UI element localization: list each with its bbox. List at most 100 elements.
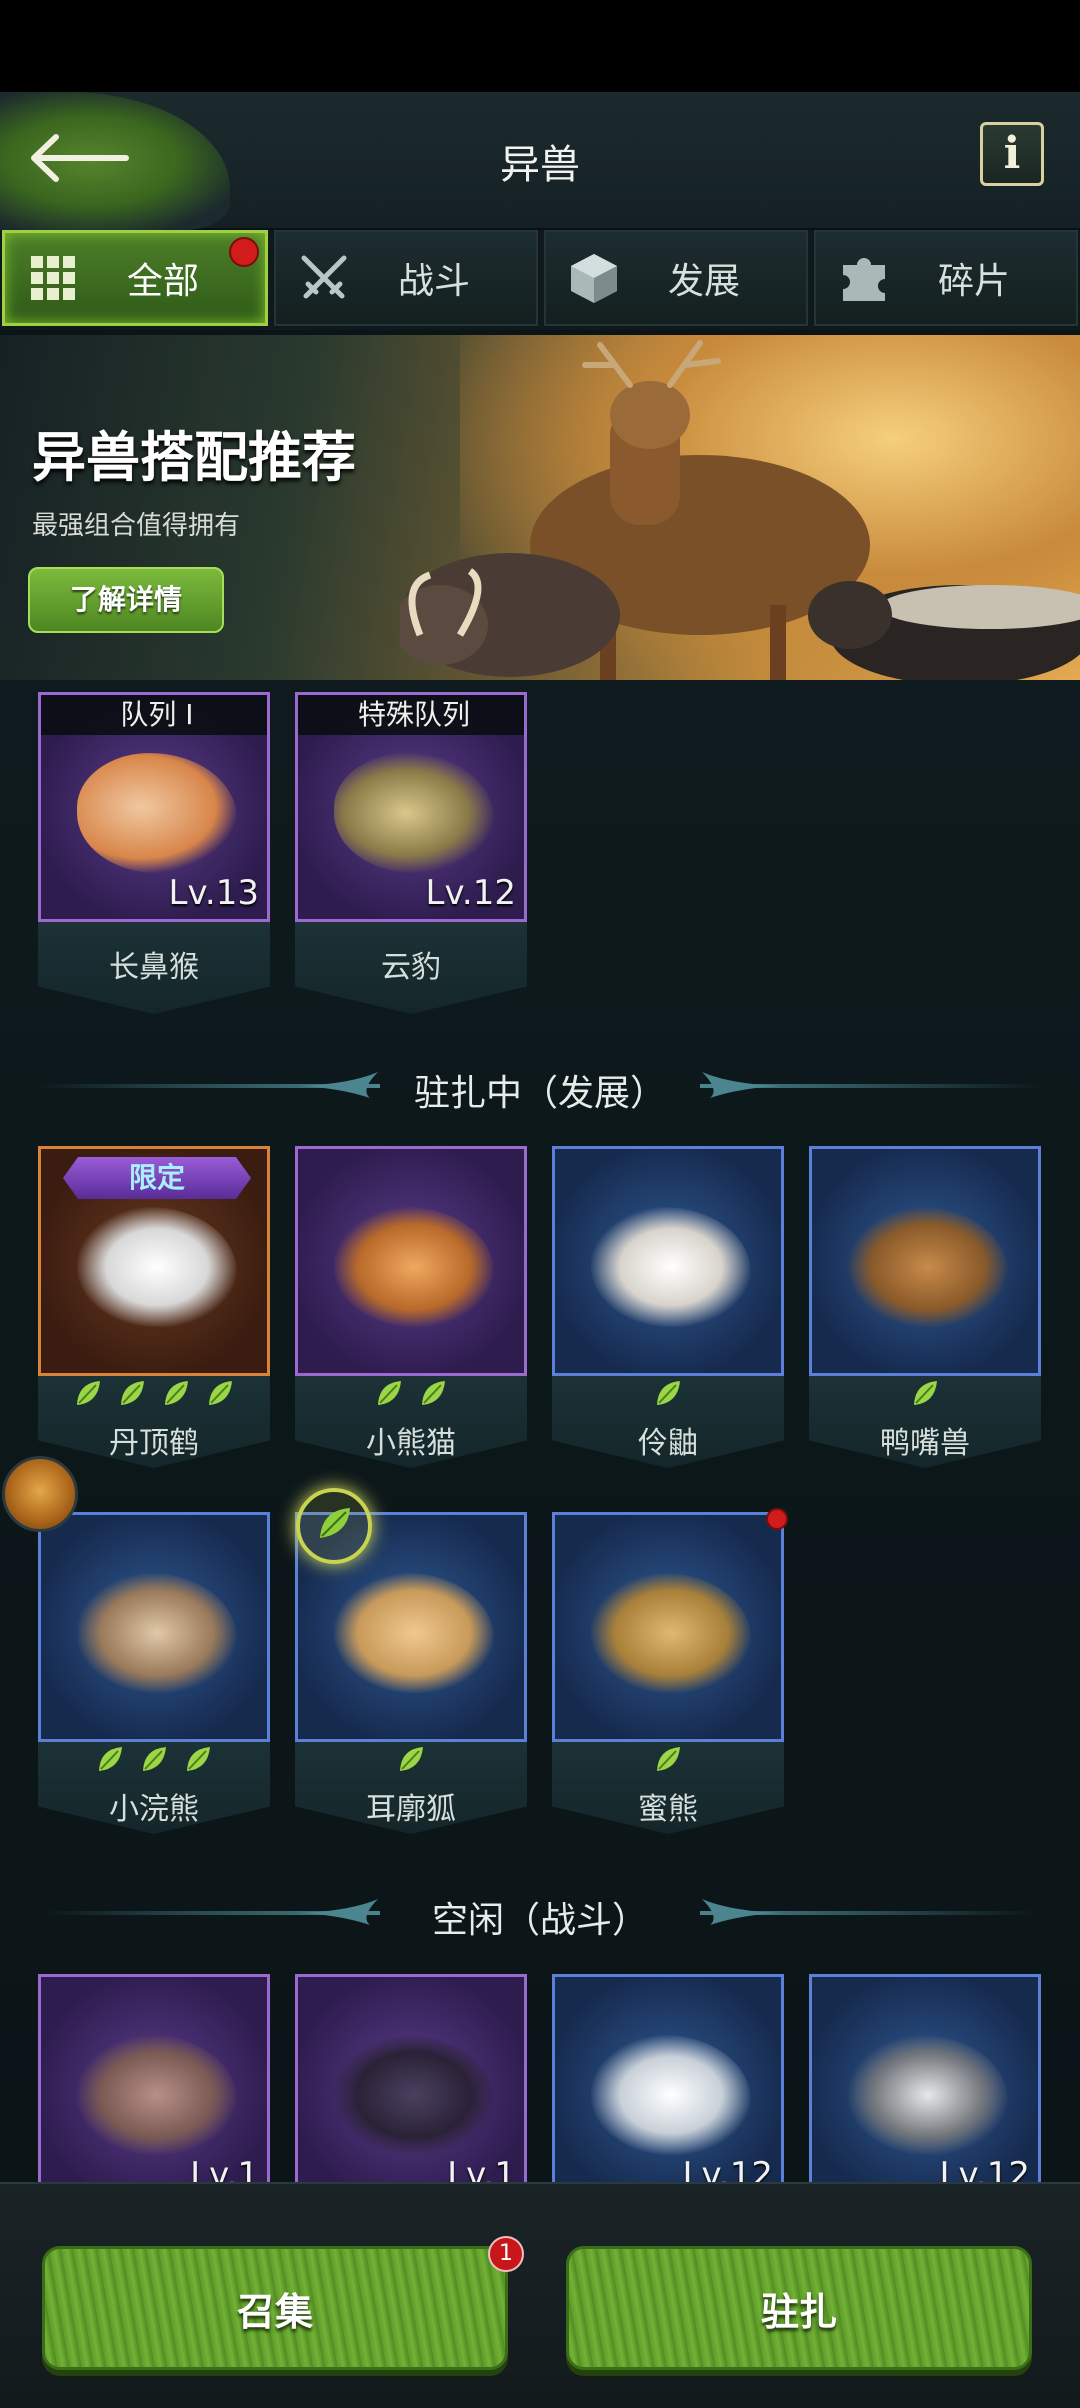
leaf-rating bbox=[38, 1744, 270, 1774]
antelope-image bbox=[334, 2035, 494, 2155]
banner-subtitle: 最强组合值得拥有 bbox=[32, 511, 241, 541]
leaf-rating bbox=[295, 1744, 527, 1774]
beast-card-clouded-leopard[interactable]: 特殊队列 Lv.12 云豹 bbox=[295, 692, 527, 1014]
proboscis-monkey-image bbox=[77, 753, 237, 873]
beast-portrait: Lv.12 bbox=[552, 1974, 784, 2182]
tab-development-label: 发展 bbox=[667, 261, 740, 302]
queue-label: 特殊队列 bbox=[298, 695, 524, 735]
beast-name: 云豹 bbox=[381, 950, 441, 985]
platypus-image bbox=[848, 1207, 1008, 1327]
leaf-icon bbox=[657, 1747, 680, 1771]
leaf-rating bbox=[809, 1378, 1041, 1408]
beast-portrait bbox=[38, 1512, 270, 1742]
beast-portrait bbox=[552, 1512, 784, 1742]
beast-card-red-crowned-crane[interactable]: 限定 丹顶鹤 bbox=[38, 1146, 270, 1468]
leaf-icon bbox=[77, 1381, 100, 1405]
beast-card-weasel[interactable]: 伶鼬 bbox=[552, 1146, 784, 1468]
beast-level: Lv.12 bbox=[939, 2155, 1031, 2182]
red-panda-image bbox=[334, 1207, 494, 1327]
queue-label: 队列 I bbox=[41, 695, 267, 735]
page-title: 异兽 bbox=[500, 142, 580, 188]
leaf-hint-icon[interactable] bbox=[296, 1488, 372, 1564]
notification-dot bbox=[229, 237, 259, 267]
hippo-image bbox=[77, 2035, 237, 2155]
leaf-icon bbox=[914, 1381, 937, 1405]
beast-card-raccoon[interactable]: 小浣熊 bbox=[38, 1512, 270, 1834]
beast-portrait: 限定 bbox=[38, 1146, 270, 1376]
leaf-rating bbox=[295, 1378, 527, 1408]
beast-card-antelope[interactable]: Lv.1 bbox=[295, 1974, 527, 2182]
beast-name: 小浣熊 bbox=[109, 1792, 199, 1827]
section-header-garrison: 驻扎中（发展） bbox=[0, 1056, 1080, 1116]
limited-badge: 限定 bbox=[63, 1157, 251, 1199]
beast-card-badger[interactable]: Lv.12 bbox=[809, 1974, 1041, 2182]
beast-portrait: 队列 I Lv.13 bbox=[38, 692, 270, 922]
leaf-icon bbox=[209, 1381, 232, 1405]
crane-image bbox=[77, 1207, 237, 1327]
tab-combat[interactable]: 战斗 bbox=[274, 230, 538, 326]
status-bar bbox=[0, 0, 1080, 92]
beast-level: Lv.1 bbox=[447, 2155, 516, 2182]
leaf-icon bbox=[378, 1381, 401, 1405]
section-header-idle: 空闲（战斗） bbox=[0, 1883, 1080, 1943]
bottom-action-bar: 召集 1 驻扎 bbox=[0, 2182, 1080, 2408]
leaf-rating bbox=[38, 1378, 270, 1408]
beast-name: 长鼻猴 bbox=[109, 950, 199, 985]
beast-name: 蜜熊 bbox=[638, 1792, 698, 1827]
raccoon-image bbox=[77, 1573, 237, 1693]
banner-animals-art bbox=[400, 340, 1080, 680]
beast-card-hippo[interactable]: Lv.1 bbox=[38, 1974, 270, 2182]
section-title: 驻扎中（发展） bbox=[413, 1073, 666, 1114]
beast-list[interactable]: 队列 I Lv.13 长鼻猴 特殊队列 Lv.12 云豹 驻扎中（发展） 限定 … bbox=[0, 680, 1080, 2182]
leaf-icon bbox=[422, 1381, 445, 1405]
notification-dot bbox=[766, 1508, 788, 1530]
beast-portrait bbox=[809, 1146, 1041, 1376]
leaf-icon bbox=[657, 1381, 680, 1405]
gather-count-badge: 1 bbox=[488, 2236, 524, 2272]
leaf-icon bbox=[121, 1381, 144, 1405]
beast-level: Lv.13 bbox=[168, 873, 260, 913]
recommendation-banner[interactable]: 异兽搭配推荐 最强组合值得拥有 了解详情 bbox=[0, 335, 1080, 680]
beast-name: 小熊猫 bbox=[366, 1426, 456, 1461]
puzzle-icon bbox=[836, 250, 892, 306]
tab-fragments-label: 碎片 bbox=[937, 261, 1010, 302]
tab-fragments[interactable]: 碎片 bbox=[814, 230, 1078, 326]
tab-bar: 全部 战斗 发展 碎片 bbox=[0, 230, 1080, 330]
beast-level: Lv.12 bbox=[425, 873, 517, 913]
leaf-icon bbox=[143, 1747, 166, 1771]
gather-button[interactable]: 召集 bbox=[42, 2246, 508, 2370]
arctic-fox-image bbox=[591, 2035, 751, 2155]
fennec-fox-image bbox=[334, 1573, 494, 1693]
beast-level: Lv.12 bbox=[682, 2155, 774, 2182]
beast-level: Lv.1 bbox=[190, 2155, 259, 2182]
beast-card-proboscis-monkey[interactable]: 队列 I Lv.13 长鼻猴 bbox=[38, 692, 270, 1014]
banner-title: 异兽搭配推荐 bbox=[32, 426, 356, 489]
beast-portrait bbox=[552, 1146, 784, 1376]
beast-portrait bbox=[295, 1146, 527, 1376]
beast-portrait: 特殊队列 Lv.12 bbox=[295, 692, 527, 922]
beast-card-arctic-fox[interactable]: Lv.12 bbox=[552, 1974, 784, 2182]
beast-portrait: Lv.1 bbox=[38, 1974, 270, 2182]
section-title: 空闲（战斗） bbox=[431, 1900, 648, 1941]
tab-development[interactable]: 发展 bbox=[544, 230, 808, 326]
info-button[interactable]: i bbox=[980, 122, 1044, 186]
beast-card-platypus[interactable]: 鸭嘴兽 bbox=[809, 1146, 1041, 1468]
beast-card-kinkajou[interactable]: 蜜熊 bbox=[552, 1508, 788, 1834]
beast-name: 丹顶鹤 bbox=[109, 1426, 199, 1461]
beast-name: 伶鼬 bbox=[638, 1426, 698, 1461]
beast-portrait: Lv.1 bbox=[295, 1974, 527, 2182]
learn-more-button[interactable]: 了解详情 bbox=[28, 567, 224, 633]
tab-all[interactable]: 全部 bbox=[2, 230, 268, 326]
lion-avatar-icon[interactable] bbox=[2, 1456, 78, 1532]
grid-icon bbox=[25, 250, 81, 306]
weasel-image bbox=[591, 1207, 751, 1327]
beast-name: 耳廓狐 bbox=[366, 1792, 456, 1827]
beast-card-red-panda[interactable]: 小熊猫 bbox=[295, 1146, 527, 1468]
leaf-rating bbox=[552, 1378, 784, 1408]
badger-image bbox=[848, 2035, 1008, 2155]
beast-portrait: Lv.12 bbox=[809, 1974, 1041, 2182]
garrison-button[interactable]: 驻扎 bbox=[566, 2246, 1032, 2370]
crossed-swords-icon bbox=[296, 250, 352, 306]
clouded-leopard-image bbox=[334, 753, 494, 873]
leaf-icon bbox=[187, 1747, 210, 1771]
